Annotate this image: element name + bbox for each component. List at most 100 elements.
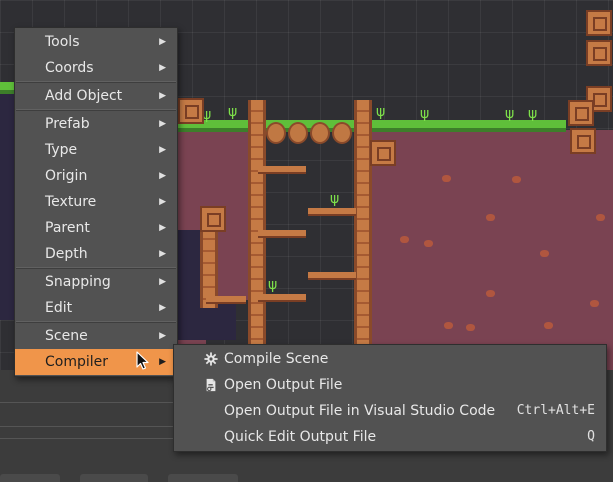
ledge (258, 294, 306, 302)
submenu-arrow-icon: ▶ (159, 171, 166, 181)
dirt-speck (444, 322, 453, 329)
bottom-tab-bar (0, 474, 613, 482)
grass-strip-left (0, 82, 14, 94)
grass-tuft: ψ (376, 104, 386, 120)
grass-tuft: ψ (228, 104, 238, 120)
menu-item-quick-edit-output[interactable]: Quick Edit Output File Q (174, 424, 606, 450)
bottom-tab[interactable] (168, 474, 238, 482)
grass-tuft: ψ (420, 106, 430, 122)
spiral-block (586, 40, 612, 66)
shortcut-label: Q (587, 429, 595, 444)
coin (288, 122, 308, 144)
menu-item-compile-scene[interactable]: Compile Scene (174, 346, 606, 372)
grass-tuft: ψ (330, 191, 340, 207)
ledge (206, 296, 246, 304)
dirt-right (360, 130, 613, 370)
dirt-speck (590, 300, 599, 307)
submenu-arrow-icon: ▶ (159, 119, 166, 129)
dirt-speck (596, 214, 605, 221)
menu-item-label: Tools (45, 34, 80, 50)
file-icon (206, 378, 216, 392)
bottom-tab[interactable] (0, 474, 60, 482)
compiler-submenu: Compile Scene Open Output File Open Outp… (173, 344, 607, 452)
submenu-arrow-icon: ▶ (159, 197, 166, 207)
menu-item-texture[interactable]: Texture ▶ (15, 189, 177, 215)
menu-item-label: Prefab (45, 116, 90, 132)
grass-tuft: ψ (528, 106, 538, 122)
dirt-speck (540, 250, 549, 257)
dirt-speck (486, 214, 495, 221)
menu-item-snapping[interactable]: Snapping ▶ (15, 269, 177, 295)
dirt-speck (442, 175, 451, 182)
spiral-block (178, 98, 204, 124)
menu-item-label: Depth (45, 246, 88, 262)
ledge (308, 208, 356, 216)
spiral-block (570, 128, 596, 154)
stone-pillar (248, 100, 266, 350)
menu-item-add-object[interactable]: Add Object ▶ (15, 83, 177, 109)
menu-item-label: Open Output File in Visual Studio Code (224, 403, 496, 419)
menu-item-label: Parent (45, 220, 90, 236)
menu-item-label: Coords (45, 60, 94, 76)
submenu-arrow-icon: ▶ (159, 223, 166, 233)
spiral-block (568, 100, 594, 126)
stone-pillar (354, 100, 372, 350)
ledge (308, 272, 356, 280)
menu-item-label: Add Object (45, 88, 123, 104)
dirt-speck (400, 236, 409, 243)
menu-item-label: Scene (45, 328, 88, 344)
menu-item-prefab[interactable]: Prefab ▶ (15, 111, 177, 137)
dirt-speck (544, 322, 553, 329)
mouse-cursor-icon (136, 351, 149, 370)
menu-item-type[interactable]: Type ▶ (15, 137, 177, 163)
menu-item-label: Open Output File (224, 377, 343, 393)
menu-item-open-output-file[interactable]: Open Output File (174, 372, 606, 398)
context-menu: Tools ▶ Coords ▶ Add Object ▶ Prefab ▶ Type ▶… (14, 27, 178, 377)
grass-tuft: ψ (505, 106, 515, 122)
menu-item-label: Origin (45, 168, 88, 184)
shortcut-label: Ctrl+Alt+E (516, 403, 595, 418)
gear-icon (204, 352, 218, 366)
menu-item-origin[interactable]: Origin ▶ (15, 163, 177, 189)
coin (332, 122, 352, 144)
spiral-block (586, 10, 612, 36)
menu-item-label: Compiler (45, 354, 109, 370)
menu-item-label: Snapping (45, 274, 111, 290)
menu-item-label: Compile Scene (224, 351, 329, 367)
submenu-arrow-icon: ▶ (159, 331, 166, 341)
menu-item-parent[interactable]: Parent ▶ (15, 215, 177, 241)
dirt-speck (486, 290, 495, 297)
menu-item-label: Edit (45, 300, 73, 316)
panel-divider (0, 402, 180, 403)
panel-divider (0, 438, 180, 439)
grass-tuft: ψ (268, 277, 278, 293)
menu-item-open-output-vscode[interactable]: Open Output File in Visual Studio Code C… (174, 398, 606, 424)
dirt-speck (512, 176, 521, 183)
menu-item-compiler[interactable]: Compiler ▶ (15, 349, 177, 375)
menu-item-label: Texture (45, 194, 97, 210)
cave-left (0, 90, 14, 320)
menu-item-coords[interactable]: Coords ▶ (15, 55, 177, 81)
panel-divider (0, 426, 180, 427)
submenu-arrow-icon: ▶ (159, 91, 166, 101)
dirt-speck (466, 324, 475, 331)
spiral-block (200, 206, 226, 232)
spiral-block (370, 140, 396, 166)
submenu-arrow-icon: ▶ (159, 37, 166, 47)
bottom-tab[interactable] (80, 474, 148, 482)
menu-item-depth[interactable]: Depth ▶ (15, 241, 177, 267)
submenu-arrow-icon: ▶ (159, 63, 166, 73)
submenu-arrow-icon: ▶ (159, 357, 166, 367)
menu-item-tools[interactable]: Tools ▶ (15, 29, 177, 55)
menu-item-label: Quick Edit Output File (224, 429, 377, 445)
ledge (258, 230, 306, 238)
coin (266, 122, 286, 144)
coin (310, 122, 330, 144)
dirt-speck (424, 240, 433, 247)
submenu-arrow-icon: ▶ (159, 145, 166, 155)
submenu-arrow-icon: ▶ (159, 303, 166, 313)
menu-item-edit[interactable]: Edit ▶ (15, 295, 177, 321)
submenu-arrow-icon: ▶ (159, 277, 166, 287)
menu-item-scene[interactable]: Scene ▶ (15, 323, 177, 349)
menu-item-label: Type (45, 142, 78, 158)
